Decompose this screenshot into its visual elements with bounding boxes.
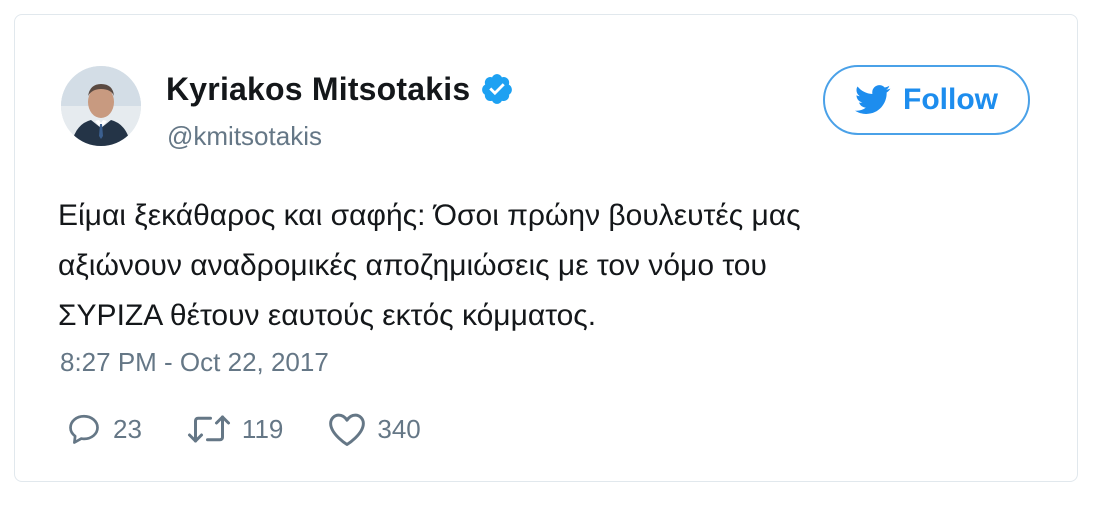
name-row: Kyriakos Mitsotakis [166, 69, 514, 109]
tweet-text: Είμαι ξεκάθαρος και σαφής: Όσοι πρώην βο… [58, 199, 801, 332]
tweet-actions: 23 119 340 [65, 411, 465, 447]
follow-label: Follow [903, 83, 998, 116]
profile-photo [61, 66, 141, 146]
reply-button[interactable]: 23 [65, 411, 142, 447]
reply-count: 23 [113, 414, 142, 444]
retweet-count: 119 [241, 414, 284, 444]
retweet-button[interactable]: 119 [186, 411, 283, 447]
avatar[interactable] [61, 66, 141, 146]
follow-button[interactable]: Follow [823, 65, 1030, 135]
display-name[interactable]: Kyriakos Mitsotakis [166, 69, 470, 109]
user-handle[interactable]: @kmitsotakis [167, 119, 322, 153]
twitter-bird-icon [855, 85, 891, 115]
like-button[interactable]: 340 [327, 411, 421, 447]
verified-badge-icon [480, 72, 514, 106]
retweet-icon [186, 411, 232, 447]
tweet-timestamp[interactable]: 8:27 PM - Oct 22, 2017 [60, 345, 329, 379]
heart-icon [327, 411, 367, 447]
like-count: 340 [377, 414, 421, 444]
tweet-card: Kyriakos Mitsotakis @kmitsotakis Follow … [14, 14, 1078, 482]
reply-icon [65, 411, 103, 447]
